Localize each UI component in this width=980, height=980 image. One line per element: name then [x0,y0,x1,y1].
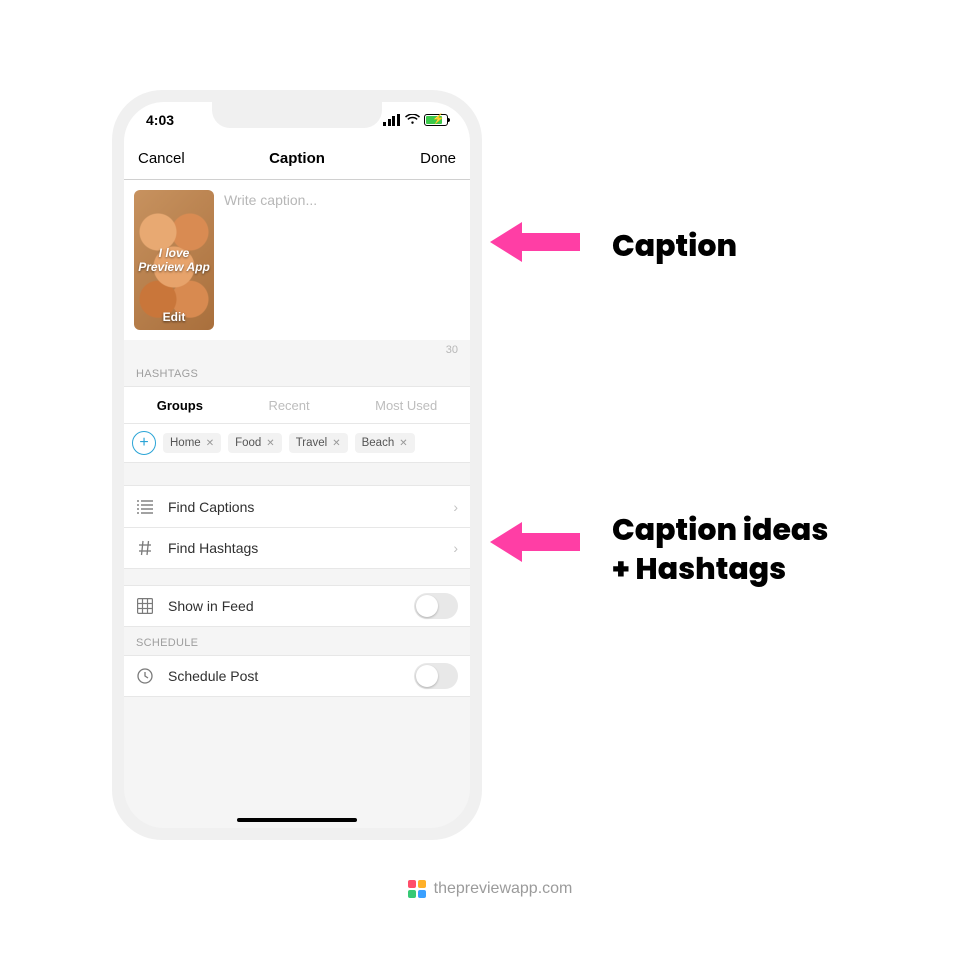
wifi-icon [405,114,420,126]
grid-icon [136,598,154,614]
phone-screen: 4:03 ⚡ Cancel Caption Done [124,102,470,828]
schedule-header: SCHEDULE [124,627,470,655]
thumbnail-overlay-text: I love Preview App [134,246,214,274]
battery-icon: ⚡ [424,114,448,126]
row-label: Show in Feed [168,598,400,614]
hashtag-chip[interactable]: Travel✕ [289,433,348,453]
add-group-button[interactable]: + [132,431,156,455]
callout-arrow [490,514,580,570]
footer-url: thepreviewapp.com [434,880,573,898]
media-thumbnail[interactable]: I love Preview App Edit [134,190,214,330]
schedule-post-row: Schedule Post [124,655,470,697]
nav-bar: Cancel Caption Done [124,138,470,180]
close-icon[interactable]: ✕ [206,438,214,449]
close-icon[interactable]: ✕ [266,438,274,449]
status-time: 4:03 [146,112,174,128]
hashtag-tabs: Groups Recent Most Used [124,386,470,424]
edit-button[interactable]: Edit [134,310,214,324]
cancel-button[interactable]: Cancel [138,150,185,167]
signal-icon [383,114,401,126]
find-captions-row[interactable]: Find Captions › [124,485,470,527]
row-label: Schedule Post [168,668,400,684]
callout-caption: Caption [612,226,737,265]
row-label: Find Captions [168,499,439,515]
hashtag-chip[interactable]: Food✕ [228,433,282,453]
hashtag-groups-row: + Home✕ Food✕ Travel✕ Beach✕ [124,424,470,463]
schedule-post-toggle[interactable] [414,663,458,689]
list-icon [136,500,154,514]
preview-logo-icon [408,880,426,898]
home-indicator[interactable] [237,818,357,822]
hashtag-counter: 30 [124,340,470,358]
find-hashtags-row[interactable]: Find Hashtags › [124,527,470,569]
phone-mockup: 4:03 ⚡ Cancel Caption Done [112,90,482,840]
close-icon[interactable]: ✕ [332,438,340,449]
caption-input[interactable]: Write caption... [224,190,460,330]
hashtag-chip[interactable]: Beach✕ [355,433,415,453]
callout-arrow [490,214,580,270]
tab-most-used[interactable]: Most Used [375,398,437,413]
chevron-right-icon: › [453,499,458,515]
hash-icon [136,540,154,556]
chevron-right-icon: › [453,540,458,556]
footer: thepreviewapp.com [0,880,980,898]
callout-ideas: Caption ideas + Hashtags [612,510,828,588]
close-icon[interactable]: ✕ [399,438,407,449]
clock-icon [136,668,154,684]
show-in-feed-toggle[interactable] [414,593,458,619]
notch [212,102,382,128]
tab-groups[interactable]: Groups [157,398,203,413]
done-button[interactable]: Done [420,150,456,167]
tab-recent[interactable]: Recent [268,398,309,413]
hashtags-header: HASHTAGS [124,358,470,386]
caption-editor: I love Preview App Edit Write caption... [124,180,470,340]
show-in-feed-row: Show in Feed [124,585,470,627]
row-label: Find Hashtags [168,540,439,556]
hashtag-chip[interactable]: Home✕ [163,433,221,453]
